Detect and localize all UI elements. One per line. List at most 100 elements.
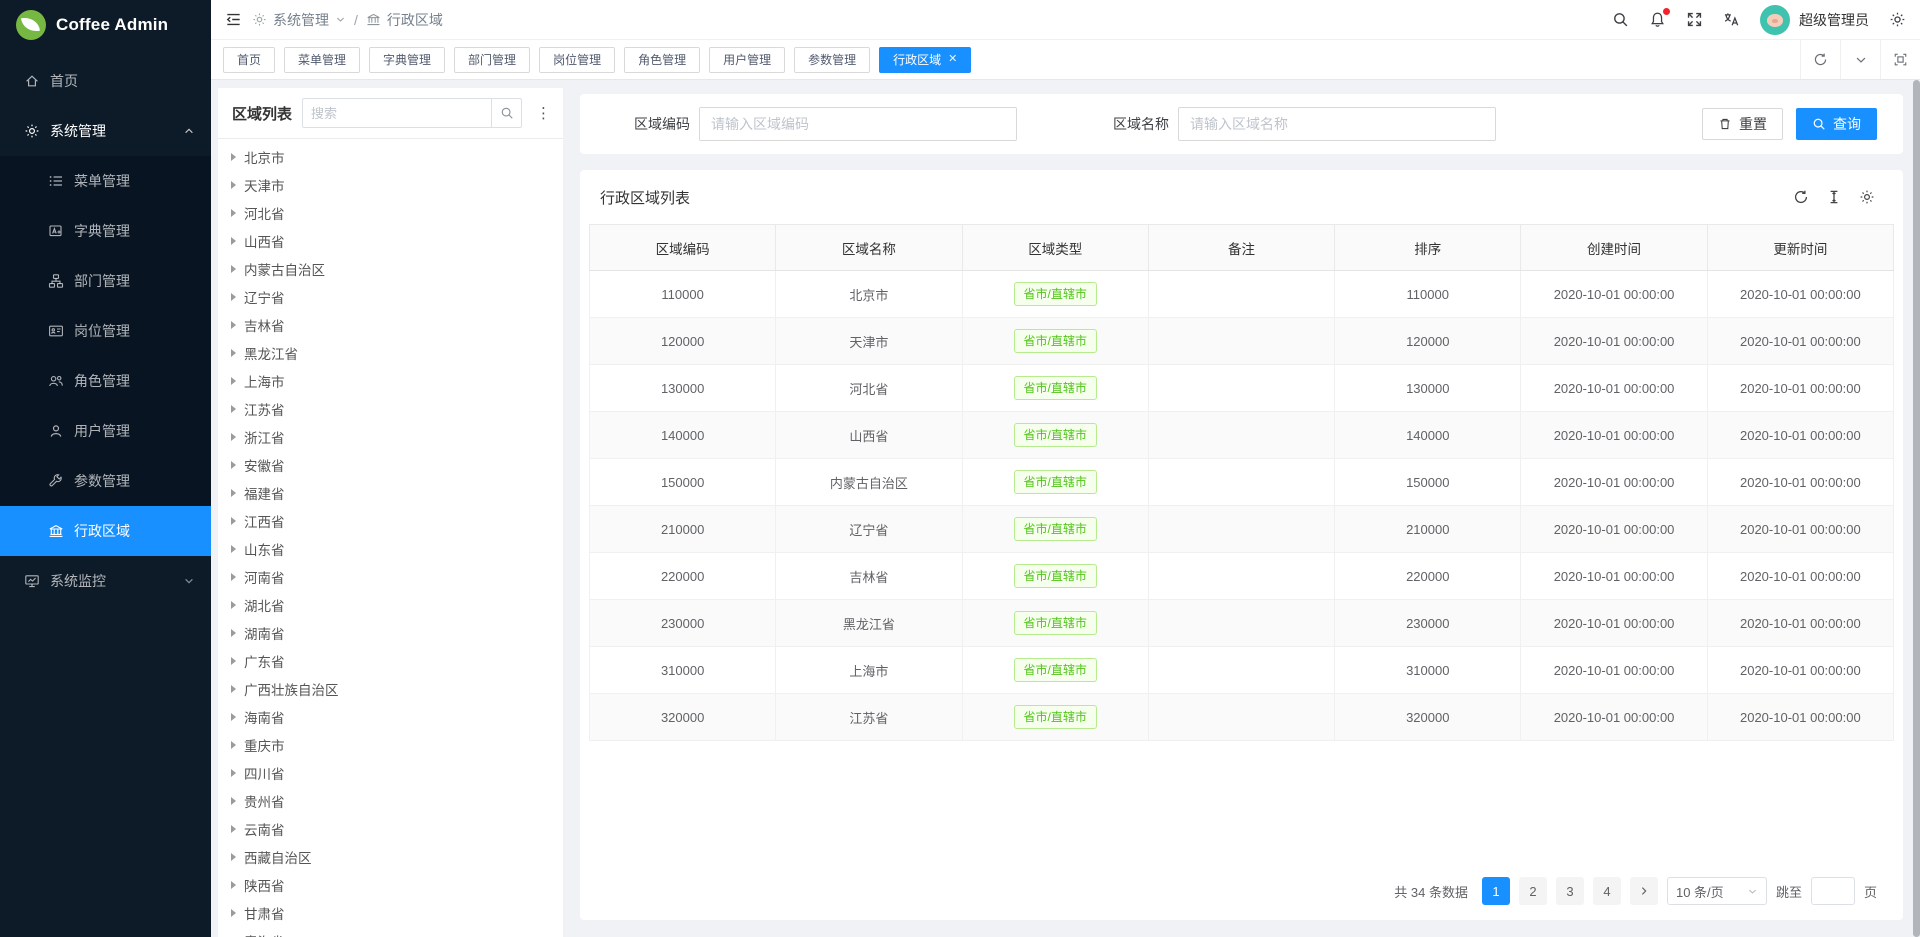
column-header[interactable]: 区域类型 [962, 225, 1148, 271]
user-menu[interactable]: 超级管理员 [1760, 5, 1869, 35]
fullscreen-icon[interactable] [1686, 11, 1703, 28]
caret-right-icon[interactable] [231, 685, 236, 693]
kebab-menu-icon[interactable]: ⋮ [532, 104, 555, 122]
tree-item[interactable]: 北京市 [218, 143, 563, 171]
caret-right-icon[interactable] [231, 377, 236, 385]
page-button[interactable]: 3 [1556, 877, 1584, 905]
caret-right-icon[interactable] [231, 433, 236, 441]
page-size-select[interactable]: 10 条/页 [1667, 877, 1767, 905]
column-header[interactable]: 创建时间 [1521, 225, 1707, 271]
gear-icon[interactable] [1859, 189, 1875, 205]
sidebar-item-role-management[interactable]: 角色管理 [0, 356, 211, 406]
tab-item[interactable]: 用户管理 [709, 47, 785, 73]
tree-item[interactable]: 江苏省 [218, 395, 563, 423]
tree-item[interactable]: 黑龙江省 [218, 339, 563, 367]
tree-item[interactable]: 天津市 [218, 171, 563, 199]
table-row[interactable]: 140000山西省省市/直辖市1400002020-10-01 00:00:00… [590, 412, 1894, 459]
caret-right-icon[interactable] [231, 881, 236, 889]
table-row[interactable]: 220000吉林省省市/直辖市2200002020-10-01 00:00:00… [590, 553, 1894, 600]
translate-icon[interactable] [1723, 11, 1740, 28]
tree-item[interactable]: 江西省 [218, 507, 563, 535]
table-row[interactable]: 230000黑龙江省省市/直辖市2300002020-10-01 00:00:0… [590, 600, 1894, 647]
next-page-button[interactable] [1630, 877, 1658, 905]
column-header[interactable]: 排序 [1335, 225, 1521, 271]
tree-item[interactable]: 山东省 [218, 535, 563, 563]
tree-item[interactable]: 海南省 [218, 703, 563, 731]
maximize-icon[interactable] [1880, 40, 1920, 79]
sidebar-item-dictionary-management[interactable]: 字典管理 [0, 206, 211, 256]
column-header[interactable]: 备注 [1148, 225, 1334, 271]
bell-icon[interactable] [1649, 11, 1666, 28]
region-code-input[interactable] [699, 107, 1017, 141]
tree-item[interactable]: 内蒙古自治区 [218, 255, 563, 283]
sidebar-item-home[interactable]: 首页 [0, 56, 211, 106]
table-row[interactable]: 120000天津市省市/直辖市1200002020-10-01 00:00:00… [590, 318, 1894, 365]
tree-item[interactable]: 云南省 [218, 815, 563, 843]
search-icon[interactable] [491, 99, 521, 127]
caret-right-icon[interactable] [231, 573, 236, 581]
tree-item[interactable]: 安徽省 [218, 451, 563, 479]
caret-right-icon[interactable] [231, 321, 236, 329]
gear-icon[interactable] [1889, 11, 1906, 28]
caret-right-icon[interactable] [231, 153, 236, 161]
tree-item[interactable]: 福建省 [218, 479, 563, 507]
caret-right-icon[interactable] [231, 265, 236, 273]
tree-item[interactable]: 辽宁省 [218, 283, 563, 311]
caret-right-icon[interactable] [231, 209, 236, 217]
tree-item[interactable]: 湖北省 [218, 591, 563, 619]
reset-button[interactable]: 重置 [1702, 108, 1783, 140]
column-header[interactable]: 区域名称 [776, 225, 962, 271]
caret-right-icon[interactable] [231, 629, 236, 637]
tree-item[interactable]: 青海省 [218, 927, 563, 937]
caret-right-icon[interactable] [231, 349, 236, 357]
table-row[interactable]: 110000北京市省市/直辖市1100002020-10-01 00:00:00… [590, 271, 1894, 318]
sidebar-item-admin-region[interactable]: 行政区域 [0, 506, 211, 556]
breadcrumb-section[interactable]: 系统管理 [273, 10, 329, 30]
sidebar-item-parameter-management[interactable]: 参数管理 [0, 456, 211, 506]
page-button[interactable]: 4 [1593, 877, 1621, 905]
tree-item[interactable]: 贵州省 [218, 787, 563, 815]
caret-right-icon[interactable] [231, 909, 236, 917]
sidebar-item-post-management[interactable]: 岗位管理 [0, 306, 211, 356]
tree-item[interactable]: 湖南省 [218, 619, 563, 647]
tab-item[interactable]: 首页 [223, 47, 275, 73]
caret-right-icon[interactable] [231, 181, 236, 189]
caret-right-icon[interactable] [231, 293, 236, 301]
caret-right-icon[interactable] [231, 657, 236, 665]
column-height-icon[interactable] [1826, 189, 1842, 205]
sidebar-item-department-management[interactable]: 部门管理 [0, 256, 211, 306]
tree-item[interactable]: 西藏自治区 [218, 843, 563, 871]
caret-right-icon[interactable] [231, 489, 236, 497]
app-logo[interactable]: Coffee Admin [0, 0, 211, 50]
caret-right-icon[interactable] [231, 461, 236, 469]
page-scrollbar[interactable] [1913, 80, 1920, 937]
tree-item[interactable]: 陕西省 [218, 871, 563, 899]
tree-item[interactable]: 重庆市 [218, 731, 563, 759]
jump-page-input[interactable] [1811, 877, 1855, 905]
tab-item[interactable]: 字典管理 [369, 47, 445, 73]
sidebar-item-system-monitor[interactable]: 系统监控 [0, 556, 211, 606]
search-button[interactable]: 查询 [1796, 108, 1877, 140]
close-tab-icon[interactable]: ✕ [948, 54, 957, 65]
tab-item[interactable]: 行政区域✕ [879, 47, 971, 73]
caret-right-icon[interactable] [231, 405, 236, 413]
tree-item[interactable]: 广东省 [218, 647, 563, 675]
tree-item[interactable]: 上海市 [218, 367, 563, 395]
caret-right-icon[interactable] [231, 741, 236, 749]
table-row[interactable]: 130000河北省省市/直辖市1300002020-10-01 00:00:00… [590, 365, 1894, 412]
chevron-down-icon[interactable] [1840, 40, 1880, 79]
tab-item[interactable]: 部门管理 [454, 47, 530, 73]
table-row[interactable]: 210000辽宁省省市/直辖市2100002020-10-01 00:00:00… [590, 506, 1894, 553]
tree-item[interactable]: 浙江省 [218, 423, 563, 451]
tree-item[interactable]: 河北省 [218, 199, 563, 227]
caret-right-icon[interactable] [231, 769, 236, 777]
region-name-input[interactable] [1178, 107, 1496, 141]
menu-fold-icon[interactable] [225, 11, 242, 28]
tree-item[interactable]: 河南省 [218, 563, 563, 591]
caret-right-icon[interactable] [231, 545, 236, 553]
table-row[interactable]: 150000内蒙古自治区省市/直辖市1500002020-10-01 00:00… [590, 459, 1894, 506]
table-row[interactable]: 320000江苏省省市/直辖市3200002020-10-01 00:00:00… [590, 694, 1894, 741]
search-icon[interactable] [1612, 11, 1629, 28]
refresh-icon[interactable] [1793, 189, 1809, 205]
column-header[interactable]: 更新时间 [1707, 225, 1893, 271]
